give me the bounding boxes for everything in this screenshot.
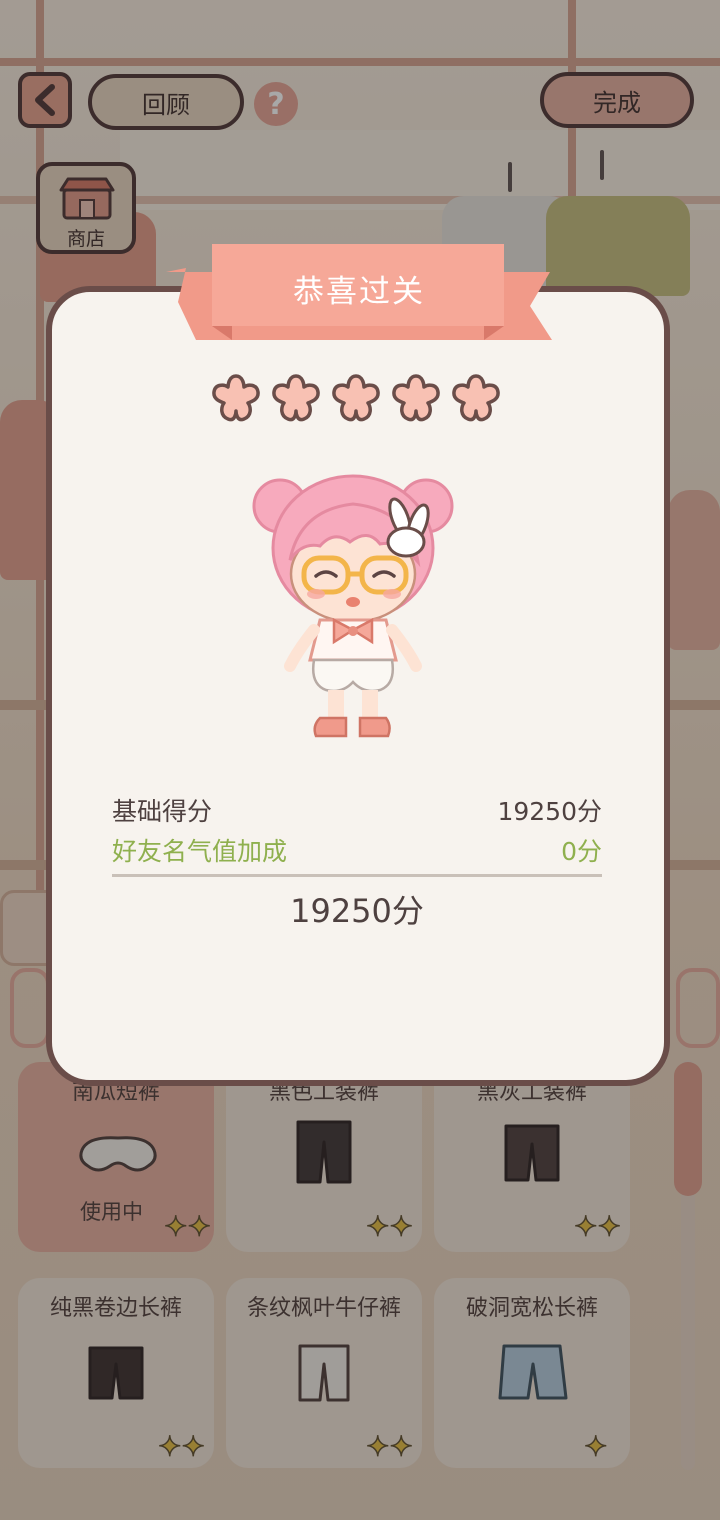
flower-star-icon — [272, 374, 320, 422]
flower-star-icon — [392, 374, 440, 422]
friend-bonus-value: 0分 — [561, 837, 602, 866]
dressed-character — [252, 474, 454, 738]
base-score-label: 基础得分 — [112, 797, 213, 826]
flower-star-icon — [212, 374, 260, 422]
score-divider — [112, 874, 602, 877]
base-score-row: 基础得分 19250分 — [112, 792, 602, 832]
friend-bonus-label: 好友名气值加成 — [112, 837, 288, 866]
dialog-title: 恭喜过关 — [293, 274, 425, 310]
friend-bonus-row: 好友名气值加成 0分 — [112, 832, 602, 872]
flower-star-icon — [452, 374, 500, 422]
total-score: 19250分 — [290, 892, 424, 930]
flower-star-icon — [332, 374, 380, 422]
base-score-value: 19250分 — [497, 797, 602, 826]
star-rating — [210, 372, 510, 428]
